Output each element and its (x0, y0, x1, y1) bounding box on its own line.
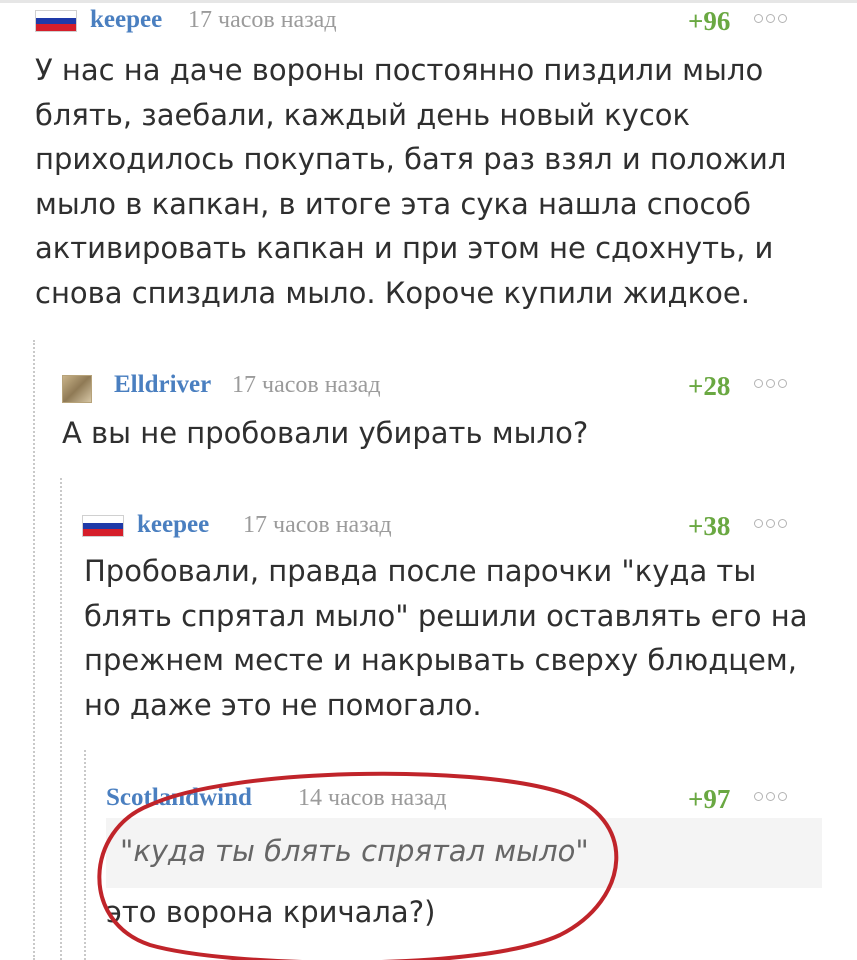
comment-time: 17 часов назад (243, 512, 392, 538)
quote-text: "куда ты блять спрятал мыло" (120, 834, 589, 868)
comment-text: У нас на даче вороны постоянно пиздили м… (35, 53, 787, 310)
comment-rating: +28 (688, 371, 731, 401)
more-options-icon[interactable] (754, 792, 787, 801)
comment-scotlandwind: Scotlandwind 14 часов назад +97 "куда ты… (0, 778, 857, 960)
comment-time: 17 часов назад (188, 7, 337, 33)
comment-rating: +97 (688, 784, 731, 814)
comment-text: Пробовали, правда после парочки "куда ты… (84, 554, 808, 722)
comment-elldriver: Elldriver 17 часов назад +28 А вы не про… (0, 365, 857, 465)
comment-text: это ворона кричала?) (106, 895, 436, 929)
more-options-icon[interactable] (754, 14, 787, 23)
comment-username[interactable]: keepee (137, 511, 209, 539)
comment-username[interactable]: Scotlandwind (106, 784, 252, 812)
comment-username[interactable]: Elldriver (114, 371, 211, 399)
more-options-icon[interactable] (754, 519, 787, 528)
comment-keepee-2: keepee 17 часов назад +38 Пробовали, пра… (0, 505, 857, 725)
comment-rating: +38 (688, 511, 731, 541)
russia-flag-avatar-icon[interactable] (82, 515, 124, 537)
comment-time: 17 часов назад (232, 372, 381, 398)
quote-block: "куда ты блять спрятал мыло" (106, 818, 822, 888)
user-avatar-icon[interactable] (62, 375, 92, 403)
comment-rating: +96 (688, 6, 731, 36)
more-options-icon[interactable] (754, 379, 787, 388)
comment-text: А вы не пробовали убирать мыло? (62, 416, 589, 450)
comment-time: 14 часов назад (298, 785, 447, 811)
russia-flag-avatar-icon[interactable] (35, 10, 77, 32)
comment-keepee-1: keepee 17 часов назад +96 У нас на даче … (0, 0, 857, 330)
comment-username[interactable]: keepee (90, 6, 162, 34)
